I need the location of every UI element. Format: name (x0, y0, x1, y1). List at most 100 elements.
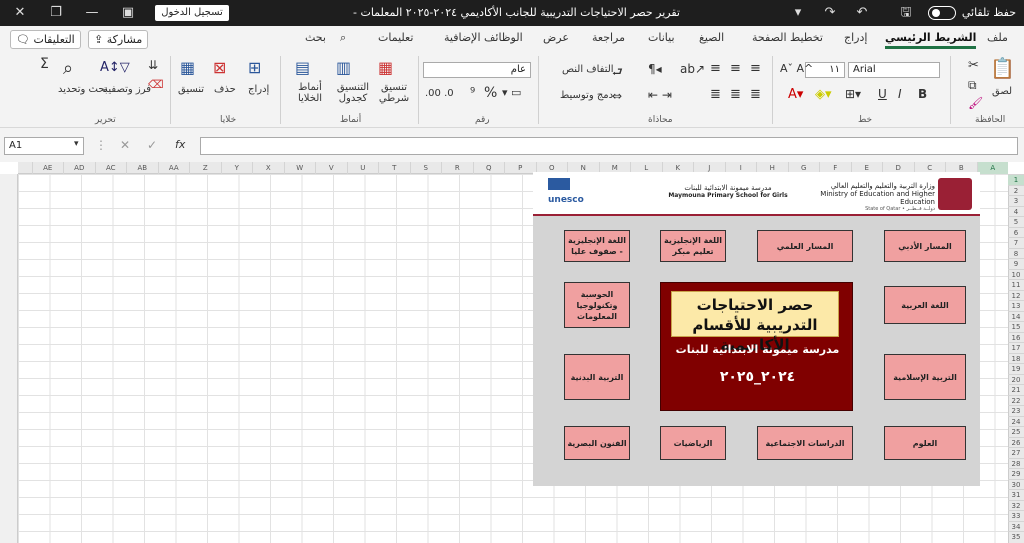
undo-icon[interactable]: ↶ (844, 0, 880, 26)
find-select-button[interactable]: بحث وتحديد (58, 84, 108, 95)
embedded-poster[interactable]: unesco مدرسة ميمونة الابتدائية للبنات Ma… (533, 172, 980, 486)
column-header[interactable]: AC (94, 162, 127, 174)
insert-cells-icon[interactable]: ⊞ (248, 58, 261, 77)
copy-icon[interactable]: ⧉ (968, 78, 977, 93)
cancel-icon[interactable]: ✕ (120, 138, 130, 152)
text-direction-icon[interactable]: ¶◂ (648, 62, 662, 76)
row-header[interactable]: 24 (1008, 415, 1024, 427)
minimize-icon[interactable]: — (74, 0, 110, 26)
align-center-icon[interactable]: ≣ (730, 87, 741, 102)
row-header[interactable]: 26 (1008, 436, 1024, 448)
paste-button[interactable]: لصق (992, 86, 1012, 97)
row-header[interactable]: 16 (1008, 331, 1024, 343)
row-header[interactable]: 11 (1008, 279, 1024, 290)
format-painter-icon[interactable]: 🖌 (968, 96, 983, 110)
tab-view[interactable]: عرض (543, 31, 569, 49)
fill-color-icon[interactable]: ◈▾ (815, 87, 832, 102)
column-header[interactable]: U (346, 162, 379, 174)
row-header[interactable]: 17 (1008, 342, 1024, 353)
bold-icon[interactable]: B (918, 87, 927, 101)
tab-search[interactable]: بحث (305, 31, 326, 49)
delete-button[interactable]: حذف (214, 84, 236, 95)
row-header[interactable]: 3 (1008, 195, 1024, 206)
column-header[interactable]: V (315, 162, 347, 174)
row-header[interactable]: 8 (1008, 247, 1024, 259)
percent-icon[interactable]: % (484, 85, 497, 101)
column-header[interactable]: S (409, 162, 442, 174)
align-middle-icon[interactable]: ≡ (730, 61, 741, 76)
name-box[interactable]: A1 (4, 137, 84, 155)
font-size-icons[interactable]: Aˇ A^ (780, 62, 813, 75)
insert-button[interactable]: إدراج (248, 84, 269, 95)
row-header[interactable]: 19 (1008, 363, 1024, 374)
orientation-icon[interactable]: ab↗ (680, 62, 705, 76)
clear-icon[interactable]: ⌫ (148, 78, 164, 91)
delete-cells-icon[interactable]: ⊠ (213, 58, 226, 77)
tab-formulas[interactable]: الصيغ (699, 31, 724, 49)
cut-icon[interactable]: ✂ (968, 58, 979, 73)
align-top-icon[interactable]: ≡ (710, 61, 721, 76)
row-header[interactable]: 18 (1008, 352, 1024, 364)
row-header[interactable]: 1 (1008, 174, 1024, 185)
formula-input[interactable] (200, 137, 1018, 155)
box-scientific[interactable]: المسار العلمي (757, 230, 853, 262)
row-header[interactable]: 21 (1008, 384, 1024, 395)
search-icon[interactable]: ⌕ (340, 31, 346, 49)
wrap-text-button[interactable]: التفاف النص (562, 64, 614, 75)
row-header[interactable]: 29 (1008, 468, 1024, 479)
close-icon[interactable]: ✕ (2, 0, 38, 26)
row-header[interactable]: 9 (1008, 258, 1024, 269)
row-header[interactable]: 10 (1008, 268, 1024, 280)
restore-icon[interactable]: ❐ (38, 0, 74, 26)
vertical-scrollbar[interactable] (0, 174, 18, 543)
borders-icon[interactable]: ⊞▾ (845, 87, 861, 101)
column-header[interactable]: A (976, 162, 1008, 174)
box-science[interactable]: العلوم (884, 426, 966, 460)
row-header[interactable]: 31 (1008, 489, 1024, 500)
box-social[interactable]: الدراسات الاجتماعية (757, 426, 853, 460)
row-header[interactable]: 22 (1008, 394, 1024, 406)
box-literary[interactable]: المسار الأدبي (884, 230, 966, 262)
box-arabic[interactable]: اللغة العربية (884, 286, 966, 324)
tab-page-layout[interactable]: تخطيط الصفحة (752, 31, 823, 49)
decimal-icons[interactable]: .00 .0 (425, 88, 454, 99)
box-math[interactable]: الرياضيات (660, 426, 726, 460)
sort-filter-button[interactable]: فرز وتصفية (103, 84, 151, 95)
currency-icon[interactable]: ▾ ▭ (502, 86, 521, 99)
row-header[interactable]: 14 (1008, 310, 1024, 322)
column-header[interactable]: P (504, 162, 536, 174)
column-header[interactable]: Y (220, 162, 253, 174)
box-english-upper[interactable]: اللغة الإنجليزية - صفوف عليا (564, 230, 630, 262)
column-header[interactable]: T (378, 162, 410, 174)
fill-icon[interactable]: ⇊ (148, 58, 158, 72)
comma-icon[interactable]: ⁹ (470, 86, 475, 101)
row-header[interactable]: 30 (1008, 478, 1024, 490)
row-header[interactable]: 6 (1008, 226, 1024, 238)
tab-file[interactable]: ملف (987, 31, 1008, 49)
format-button[interactable]: تنسيق (178, 84, 204, 95)
row-header[interactable]: 20 (1008, 373, 1024, 385)
tab-home[interactable]: الشريط الرئيسي (885, 31, 977, 49)
underline-icon[interactable]: U (878, 87, 887, 101)
merge-center-button[interactable]: دمج وتوسيط (560, 90, 613, 101)
save-icon[interactable]: 🖫 (888, 0, 924, 26)
box-english-early[interactable]: اللغة الإنجليزية تعليم مبكر (660, 230, 726, 262)
indent-icons[interactable]: ⇤ ⇥ (648, 88, 672, 102)
row-header[interactable]: 28 (1008, 457, 1024, 469)
format-as-table-button[interactable]: التنسيق كجدول (333, 82, 373, 104)
row-header[interactable]: 12 (1008, 289, 1024, 301)
conditional-format-button[interactable]: تنسيق شرطي (374, 82, 414, 104)
ribbon-display-icon[interactable]: ▣ (110, 0, 146, 26)
align-bottom-icon[interactable]: ≡ (750, 61, 761, 76)
column-header[interactable]: W (283, 162, 316, 174)
column-header[interactable]: AD (63, 162, 95, 174)
sign-in-button[interactable]: تسجيل الدخول (155, 5, 229, 21)
conditional-format-icon[interactable]: ▦ (378, 58, 393, 77)
row-header[interactable]: 25 (1008, 426, 1024, 437)
font-name-select[interactable]: Arial (848, 62, 940, 78)
tab-help[interactable]: تعليمات (378, 31, 413, 49)
format-as-table-icon[interactable]: ▥ (336, 58, 351, 77)
row-header[interactable]: 27 (1008, 447, 1024, 458)
autosum-icon[interactable]: Σ (40, 56, 49, 72)
name-box-dropdown-icon[interactable]: ▾ (74, 139, 79, 149)
